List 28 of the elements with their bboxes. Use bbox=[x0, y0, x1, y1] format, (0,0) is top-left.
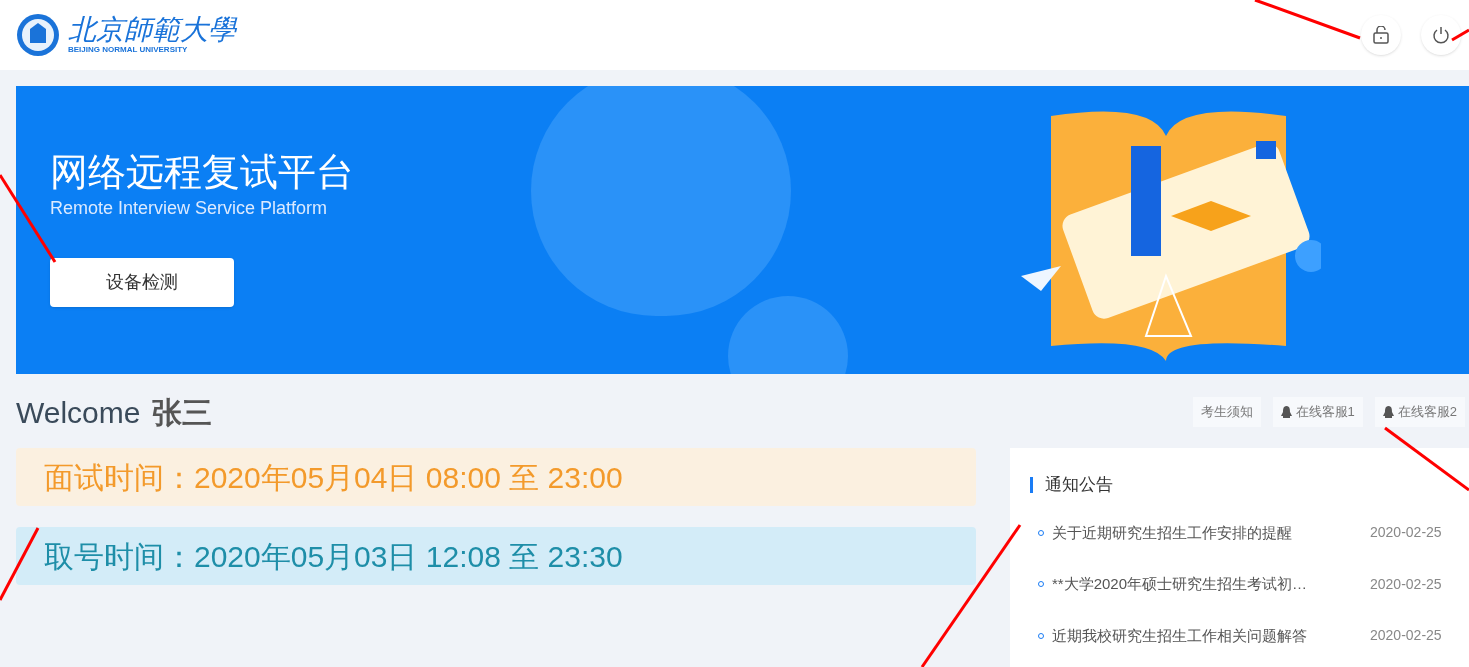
notice-date: 2020-02-25 bbox=[1370, 626, 1442, 646]
notice-date: 2020-02-25 bbox=[1370, 574, 1442, 594]
quick-link[interactable]: 在线客服2 bbox=[1374, 397, 1465, 427]
university-emblem-icon bbox=[16, 13, 60, 57]
user-name: 张三 bbox=[152, 394, 213, 431]
banner-subtitle: Remote Interview Service Platform bbox=[50, 197, 329, 220]
notice-title: 通知公告 bbox=[1045, 474, 1113, 496]
lock-button[interactable] bbox=[1361, 15, 1401, 55]
title-marker-icon bbox=[1030, 476, 1033, 493]
annotation-line bbox=[1451, 28, 1469, 42]
notice-date: 2020-02-25 bbox=[1370, 523, 1442, 543]
time-bar: 取号时间：2020年05月03日 12:08 至 23:30 bbox=[16, 527, 976, 585]
notice-link[interactable]: 关于近期研究生招生工作安排的提醒 bbox=[1052, 521, 1362, 544]
power-button[interactable] bbox=[1421, 15, 1461, 55]
notice-link[interactable]: **大学2020年硕士研究生招生考试初… bbox=[1052, 573, 1362, 596]
welcome-text: Welcome bbox=[16, 394, 141, 431]
logo-subtitle: BEIJING NORMAL UNIVERSITY bbox=[68, 46, 189, 54]
banner-title: 网络远程复试平台 bbox=[50, 153, 354, 191]
notice-link[interactable]: 近期我校研究生招生工作相关问题解答 bbox=[1052, 624, 1362, 647]
penguin-icon bbox=[1280, 405, 1292, 419]
logo-title: 北京師範大學 bbox=[68, 16, 236, 44]
quick-link[interactable]: 考生须知 bbox=[1192, 397, 1261, 427]
penguin-icon bbox=[1382, 405, 1394, 419]
power-icon bbox=[1432, 26, 1450, 44]
lock-icon bbox=[1373, 26, 1389, 44]
device-check-button[interactable]: 设备检测 bbox=[50, 258, 234, 307]
time-bar: 面试时间：2020年05月04日 08:00 至 23:00 bbox=[16, 448, 976, 506]
quick-link[interactable]: 在线客服1 bbox=[1272, 397, 1363, 427]
